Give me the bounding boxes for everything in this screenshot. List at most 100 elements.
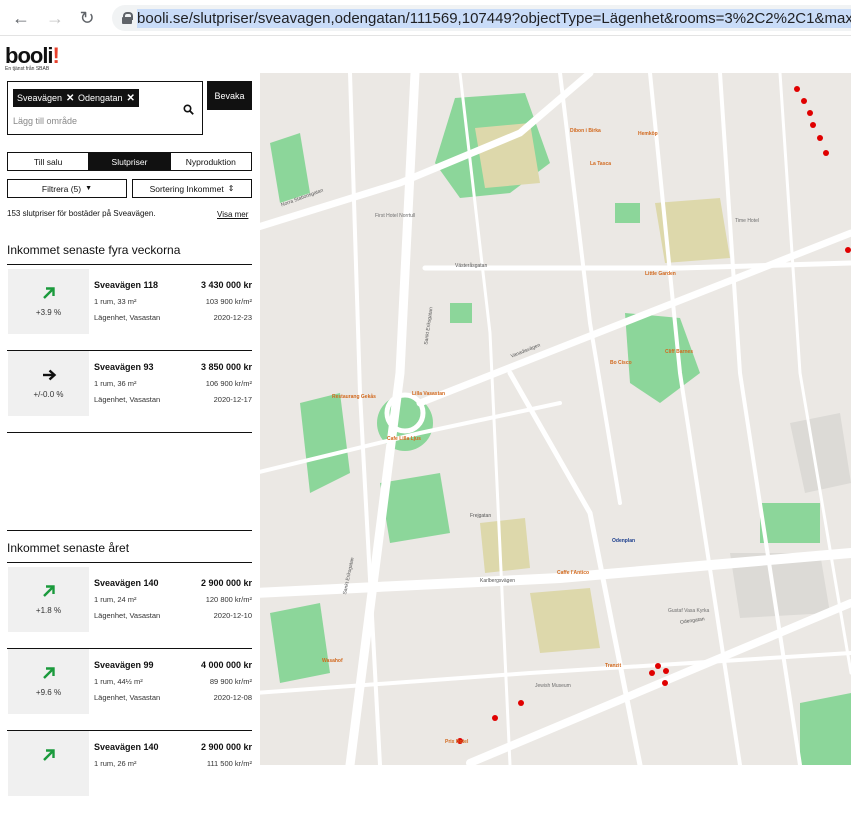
- price-change: +9.6 %: [35, 688, 62, 697]
- forward-icon[interactable]: →: [44, 7, 66, 29]
- listing-address[interactable]: Sveavägen 93: [94, 362, 154, 372]
- roads: [260, 73, 851, 765]
- poi-label[interactable]: Tranzit: [605, 663, 621, 669]
- poi-label[interactable]: Hemköp: [638, 131, 658, 137]
- listing-area: Lägenhet, Vasastan: [94, 313, 161, 322]
- lock-icon: [122, 12, 134, 24]
- tab-nyproduktion[interactable]: Nyproduktion: [171, 153, 251, 170]
- listing-date: 2020-12-23: [213, 313, 252, 322]
- filter-label: Filtrera (5): [41, 183, 82, 194]
- bevaka-button[interactable]: Bevaka: [207, 81, 252, 110]
- price-change: +/-0.0 %: [33, 390, 64, 399]
- listing-date: 2020-12-08: [213, 693, 252, 702]
- arrow-up-right-icon: [43, 667, 55, 679]
- search-input[interactable]: Lägg till område: [13, 116, 77, 126]
- listing-address[interactable]: Sveavägen 140: [94, 742, 159, 752]
- listing-date: 2020-12-17: [213, 395, 252, 404]
- poi-label[interactable]: Time Hotel: [735, 218, 759, 224]
- funnel-icon: ▼: [85, 185, 93, 192]
- tab-slutpriser[interactable]: Slutpriser: [89, 153, 171, 170]
- poi-label[interactable]: Gustaf Vasa Kyrka: [668, 608, 709, 614]
- sidebar: booli! En tjänst från SBAB Sveavägen ✕ O…: [0, 37, 260, 796]
- street-label: Frejgatan: [470, 513, 492, 519]
- poi-label[interactable]: Little Garden: [645, 271, 676, 277]
- poi-label[interactable]: Wasahof: [322, 658, 343, 664]
- result-count: 153 slutpriser för bostäder på Sveavägen…: [7, 209, 156, 218]
- listing-sqm-price: 120 800 kr/m²: [205, 595, 252, 604]
- list-item[interactable]: +/-0.0 % Sveavägen 93 3 850 000 kr 1 rum…: [7, 351, 252, 433]
- listing-rooms: 1 rum, 44½ m²: [94, 677, 143, 686]
- reload-icon[interactable]: ↻: [76, 7, 98, 29]
- listing-area: Lägenhet, Vasastan: [94, 395, 161, 404]
- area-search-box[interactable]: Sveavägen ✕ Odengatan ✕ Lägg till område: [7, 81, 203, 135]
- poi-label[interactable]: La Tasca: [590, 161, 611, 167]
- price-change-box: [8, 731, 89, 796]
- visa-mer-link[interactable]: Visa mer: [217, 210, 248, 219]
- close-icon[interactable]: ✕: [127, 93, 135, 104]
- back-icon[interactable]: ←: [10, 7, 32, 29]
- street-label: Västeråsgatan: [455, 263, 488, 269]
- price-change: +1.8 %: [35, 606, 62, 615]
- poi-label[interactable]: Caffe l'Antico: [557, 570, 589, 576]
- listing-rooms: 1 rum, 36 m²: [94, 379, 137, 388]
- sort-label: Sortering Inkommet: [149, 183, 224, 194]
- poi-label[interactable]: Cafe Lilla Ljus: [387, 436, 421, 442]
- listing-address[interactable]: Sveavägen 99: [94, 660, 154, 670]
- price-change-box: +3.9 %: [8, 269, 89, 334]
- chip-label: Sveavägen: [17, 93, 63, 103]
- browser-toolbar: ← → ↻ booli.se/slutpriser/sveavagen,oden…: [0, 0, 851, 36]
- listing-sqm-price: 103 900 kr/m²: [205, 297, 252, 306]
- filter-button[interactable]: Filtrera (5) ▼: [7, 179, 127, 198]
- listing-rooms: 1 rum, 24 m²: [94, 595, 137, 604]
- chip-label: Odengatan: [78, 93, 123, 103]
- street-label: Karlbergsvägen: [480, 578, 516, 584]
- sort-arrows-icon: ⇕: [227, 184, 235, 193]
- list-item[interactable]: +9.6 % Sveavägen 99 4 000 000 kr 1 rum, …: [7, 649, 252, 731]
- listing-price: 2 900 000 kr: [200, 578, 252, 588]
- arrow-up-right-icon: [43, 287, 55, 299]
- listing-address[interactable]: Sveavägen 118: [94, 280, 158, 290]
- search-icon[interactable]: [183, 104, 194, 115]
- arrow-up-right-icon: [43, 585, 55, 597]
- map-view[interactable]: Norra Stationsgatan Västeråsgatan Sankt …: [260, 73, 851, 765]
- listing-date: 2020-12-10: [213, 611, 252, 620]
- poi-label[interactable]: Bo Cisco: [610, 360, 632, 366]
- logo-bang: !: [52, 43, 60, 68]
- arrow-right-icon: [43, 369, 57, 381]
- tab-till-salu[interactable]: Till salu: [8, 153, 90, 170]
- poi-label[interactable]: Odenplan: [612, 538, 635, 544]
- listing-price: 2 900 000 kr: [200, 742, 252, 752]
- poi-label[interactable]: Prix Hotel: [445, 739, 468, 745]
- booli-logo[interactable]: booli! En tjänst från SBAB: [5, 43, 60, 72]
- area-chip-sveavagen[interactable]: Sveavägen ✕: [13, 89, 79, 107]
- listing-rooms: 1 rum, 33 m²: [94, 297, 137, 306]
- poi-label[interactable]: First Hotel Norrtull: [375, 213, 415, 219]
- poi-label[interactable]: Dibon i Birka: [570, 128, 601, 134]
- listing-price: 3 850 000 kr: [200, 362, 252, 372]
- poi-label[interactable]: Lilla Vasastan: [412, 391, 445, 397]
- poi-label[interactable]: Cliff Barnes: [665, 349, 693, 355]
- area-chip-odengatan[interactable]: Odengatan ✕: [74, 89, 139, 107]
- price-change-box: +1.8 %: [8, 567, 89, 632]
- list-item[interactable]: Sveavägen 140 2 900 000 kr 1 rum, 26 m² …: [7, 731, 252, 813]
- poi-label[interactable]: Jewish Museum: [535, 683, 571, 689]
- listing-type-tabs: Till salu Slutpriser Nyproduktion: [7, 152, 252, 171]
- address-bar[interactable]: booli.se/slutpriser/sveavagen,odengatan/…: [112, 5, 851, 31]
- listing-area: Lägenhet, Vasastan: [94, 611, 161, 620]
- listing-price: 3 430 000 kr: [200, 280, 252, 290]
- listing-sqm-price: 106 900 kr/m²: [205, 379, 252, 388]
- listing-sqm-price: 111 500 kr/m²: [206, 759, 252, 768]
- map-canvas[interactable]: [260, 73, 851, 765]
- section-title-year: Inkommet senaste året: [7, 530, 252, 563]
- price-change-box: +9.6 %: [8, 649, 89, 714]
- poi-label[interactable]: Restaurang Gekås: [332, 394, 376, 400]
- listing-price: 4 000 000 kr: [200, 660, 252, 670]
- listing-area: Lägenhet, Vasastan: [94, 693, 161, 702]
- sort-button[interactable]: Sortering Inkommet ⇕: [132, 179, 252, 198]
- list-item[interactable]: +3.9 % Sveavägen 118 3 430 000 kr 1 rum,…: [7, 269, 252, 351]
- url-text[interactable]: booli.se/slutpriser/sveavagen,odengatan/…: [137, 8, 851, 28]
- list-item[interactable]: +1.8 % Sveavägen 140 2 900 000 kr 1 rum,…: [7, 567, 252, 649]
- listing-address[interactable]: Sveavägen 140: [94, 578, 159, 588]
- listing-rooms: 1 rum, 26 m²: [94, 759, 137, 768]
- listing-sqm-price: 89 900 kr/m²: [209, 677, 252, 686]
